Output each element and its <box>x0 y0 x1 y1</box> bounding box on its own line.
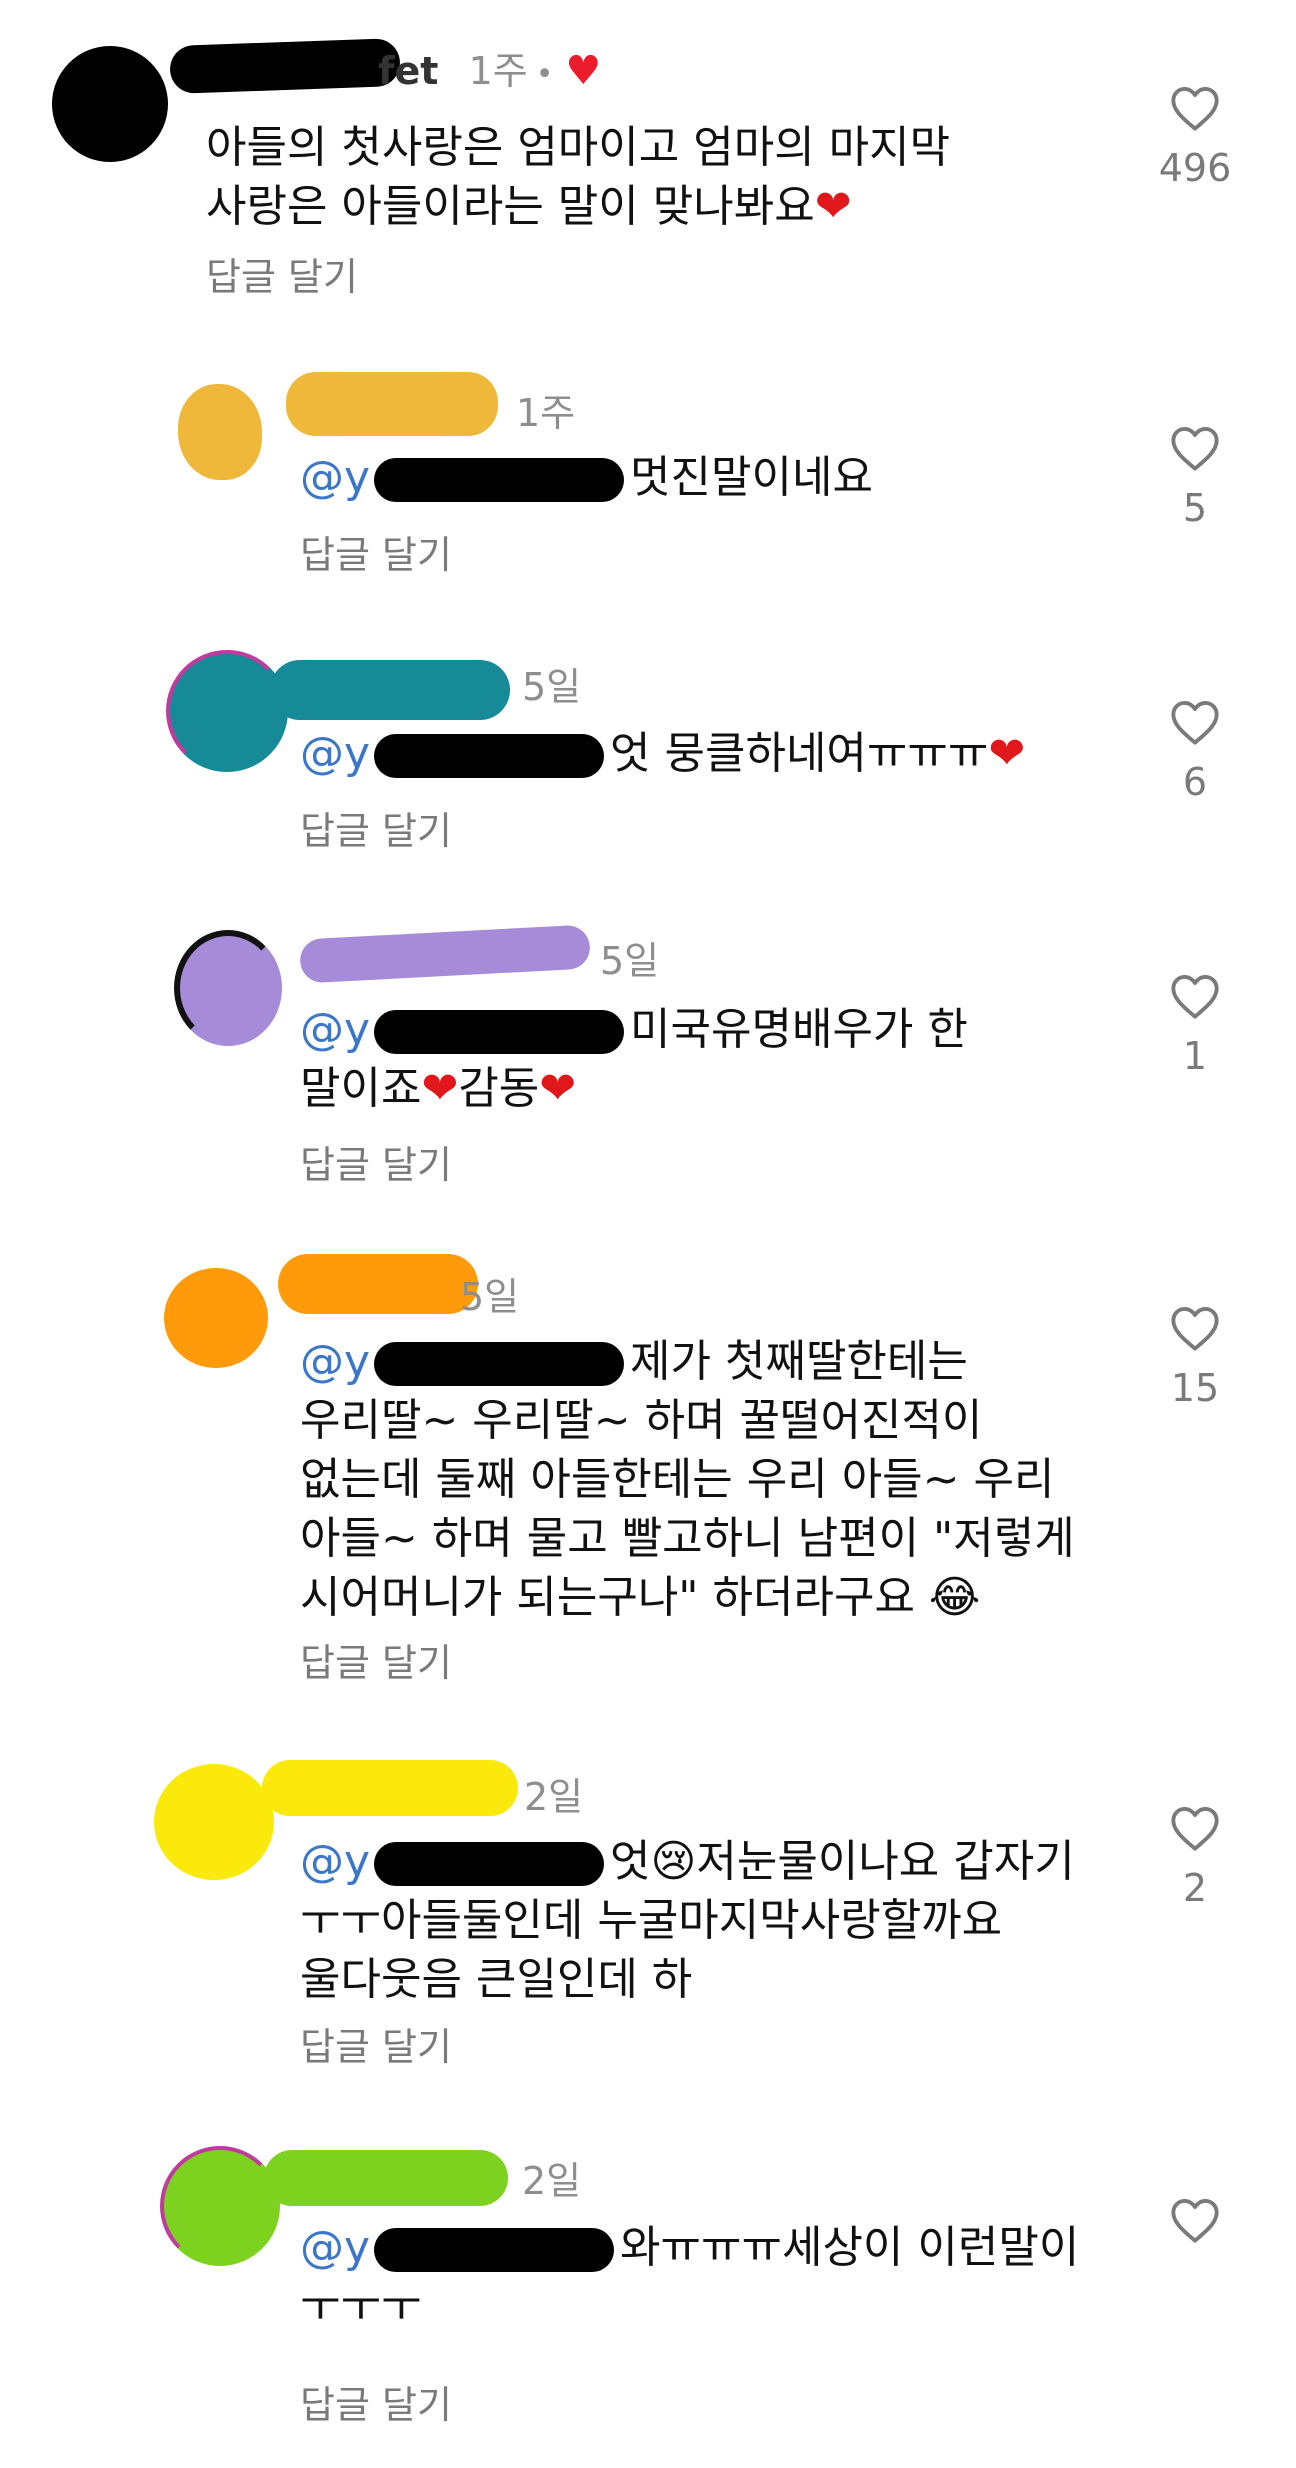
reply-button[interactable]: 답글 달기 <box>300 800 452 855</box>
comment-line: ㅜㅜㅜ <box>300 2281 422 2332</box>
comment-line: @y 미국유명배우가 한 <box>300 1004 968 1055</box>
comment-line: 없는데 둘째 아들한테는 우리 아들~ 우리 <box>300 1454 1055 1505</box>
like-button[interactable]: 496 <box>1140 84 1250 190</box>
avatar[interactable] <box>164 1268 268 1368</box>
mention-redacted <box>374 2228 615 2272</box>
reply-button[interactable]: 답글 달기 <box>300 1134 452 1189</box>
username-redacted[interactable] <box>299 924 591 984</box>
comment-meta: 1주 <box>516 382 575 437</box>
mention-link[interactable]: @y <box>300 1004 370 1055</box>
mention-redacted <box>374 1342 625 1386</box>
like-button[interactable] <box>1140 2196 1250 2258</box>
avatar[interactable] <box>154 1764 274 1880</box>
timestamp: 5일 <box>600 939 660 983</box>
like-count: 496 <box>1158 146 1232 190</box>
username-redacted[interactable] <box>264 2150 508 2206</box>
like-button[interactable]: 1 <box>1140 972 1250 1078</box>
comment-line: 우리딸~ 우리딸~ 하며 꿀떨어진적이 <box>300 1395 983 1446</box>
like-count: 2 <box>1182 1866 1208 1910</box>
comment-line: @y 엇😢저눈물이나요 갑자기 <box>300 1836 1075 1887</box>
like-button[interactable]: 2 <box>1140 1804 1250 1910</box>
mention-link[interactable]: @y <box>300 1336 370 1387</box>
comment-meta: 5일 <box>522 656 581 711</box>
mention-link[interactable]: @y <box>300 1836 370 1887</box>
heart-outline-icon <box>1171 2198 1219 2243</box>
mention-link[interactable]: @y <box>300 452 370 503</box>
comment-line: 아들~ 하며 물고 빨고하니 남편이 "저렇게 <box>300 1513 1075 1564</box>
heart-emoji-icon: ❤ <box>988 728 1026 779</box>
username-redacted[interactable] <box>286 372 498 436</box>
comment-line: 사랑은 아들이라는 말이 맞나봐요❤ <box>206 181 852 232</box>
comment-text: @y 엇😢저눈물이나요 갑자기 ㅜㅜ아들둘인데 누굴마지막사랑할까요 울다웃음 큰… <box>300 1832 1160 2009</box>
comment-text: @y 엇 뭉클하네여ㅠㅠㅠ❤ <box>300 724 1160 783</box>
mention-redacted <box>374 1010 625 1054</box>
heart-outline-icon <box>1171 974 1219 1019</box>
comment-text: @y 와ㅠㅠㅠ세상이 이런말이 ㅜㅜㅜ <box>300 2218 1160 2336</box>
mention-redacted <box>374 1842 605 1886</box>
comment-line: ㅜㅜ아들둘인데 누굴마지막사랑할까요 <box>300 1895 1003 1946</box>
reply-button[interactable]: 답글 달기 <box>300 1632 452 1687</box>
comment-line: 울다웃음 큰일인데 하 <box>300 1954 693 2005</box>
comment-line: @y 제가 첫째딸한테는 <box>300 1336 968 1387</box>
username-redacted[interactable] <box>278 1254 478 1314</box>
reply-button[interactable]: 답글 달기 <box>300 524 452 579</box>
like-button[interactable]: 5 <box>1140 424 1250 530</box>
author-liked-heart-icon: ♥ <box>565 48 602 94</box>
heart-outline-icon <box>1171 1306 1219 1351</box>
comment-line: 아들의 첫사랑은 엄마이고 엄마의 마지막 <box>206 122 951 173</box>
avatar[interactable] <box>52 46 168 162</box>
avatar[interactable] <box>178 384 262 480</box>
username-redacted[interactable] <box>169 38 401 94</box>
timestamp: 5일 <box>460 1275 520 1319</box>
timestamp: 1주 <box>468 49 528 93</box>
avatar[interactable] <box>166 650 288 772</box>
like-count: 15 <box>1170 1366 1220 1410</box>
avatar[interactable] <box>160 2146 280 2266</box>
comment-meta: 2일 <box>524 1766 583 1821</box>
timestamp: 2일 <box>524 1775 584 1819</box>
heart-outline-icon <box>1171 426 1219 471</box>
comment-text: @y 제가 첫째딸한테는 우리딸~ 우리딸~ 하며 꿀떨어진적이 없는데 둘째 아… <box>300 1332 1160 1627</box>
like-button[interactable]: 15 <box>1140 1304 1250 1410</box>
reply-button[interactable]: 답글 달기 <box>206 246 358 301</box>
comment-meta: 5일 <box>460 1266 519 1321</box>
like-count: 1 <box>1182 1034 1208 1078</box>
comment-line: @y 엇 뭉클하네여ㅠㅠㅠ❤ <box>300 728 1026 779</box>
username-redacted[interactable] <box>270 660 510 720</box>
comment-line: @y 멋진말이네요 <box>300 452 873 503</box>
comment-text: @y 미국유명배우가 한 말이죠❤감동❤ <box>300 1000 1160 1118</box>
comment-text: 아들의 첫사랑은 엄마이고 엄마의 마지막 사랑은 아들이라는 말이 맞나봐요❤ <box>206 118 1066 236</box>
comment-meta: 2일 <box>522 2150 581 2205</box>
mention-redacted <box>374 458 625 502</box>
comment-line: @y 와ㅠㅠㅠ세상이 이런말이 <box>300 2222 1080 2273</box>
reply-button[interactable]: 답글 달기 <box>300 2374 452 2429</box>
timestamp: 5일 <box>522 665 582 709</box>
comment-meta: 5일 <box>600 930 659 985</box>
comment-line: 시어머니가 되는구나" 하더라구요 😂 <box>300 1572 981 1623</box>
username-visible: fet <box>378 49 439 93</box>
comment-text: @y 멋진말이네요 <box>300 448 1160 507</box>
heart-outline-icon <box>1171 1806 1219 1851</box>
heart-emoji-icon: ❤ <box>421 1063 459 1114</box>
comment-meta: fet 1주 • ♥ <box>378 40 601 95</box>
like-count: 6 <box>1182 760 1208 804</box>
avatar[interactable] <box>174 930 282 1046</box>
comment-line: 말이죠❤감동❤ <box>300 1063 577 1114</box>
mention-redacted <box>374 734 605 778</box>
heart-emoji-icon: ❤ <box>539 1063 577 1114</box>
separator-dot: • <box>535 57 554 92</box>
timestamp: 1주 <box>516 391 576 435</box>
mention-link[interactable]: @y <box>300 2222 370 2273</box>
like-count: 5 <box>1182 486 1208 530</box>
timestamp: 2일 <box>522 2159 582 2203</box>
heart-outline-icon <box>1171 700 1219 745</box>
heart-outline-icon <box>1171 86 1219 131</box>
heart-emoji-icon: ❤ <box>814 181 852 232</box>
mention-link[interactable]: @y <box>300 728 370 779</box>
like-button[interactable]: 6 <box>1140 698 1250 804</box>
username-redacted[interactable] <box>262 1760 518 1816</box>
reply-button[interactable]: 답글 달기 <box>300 2016 452 2071</box>
